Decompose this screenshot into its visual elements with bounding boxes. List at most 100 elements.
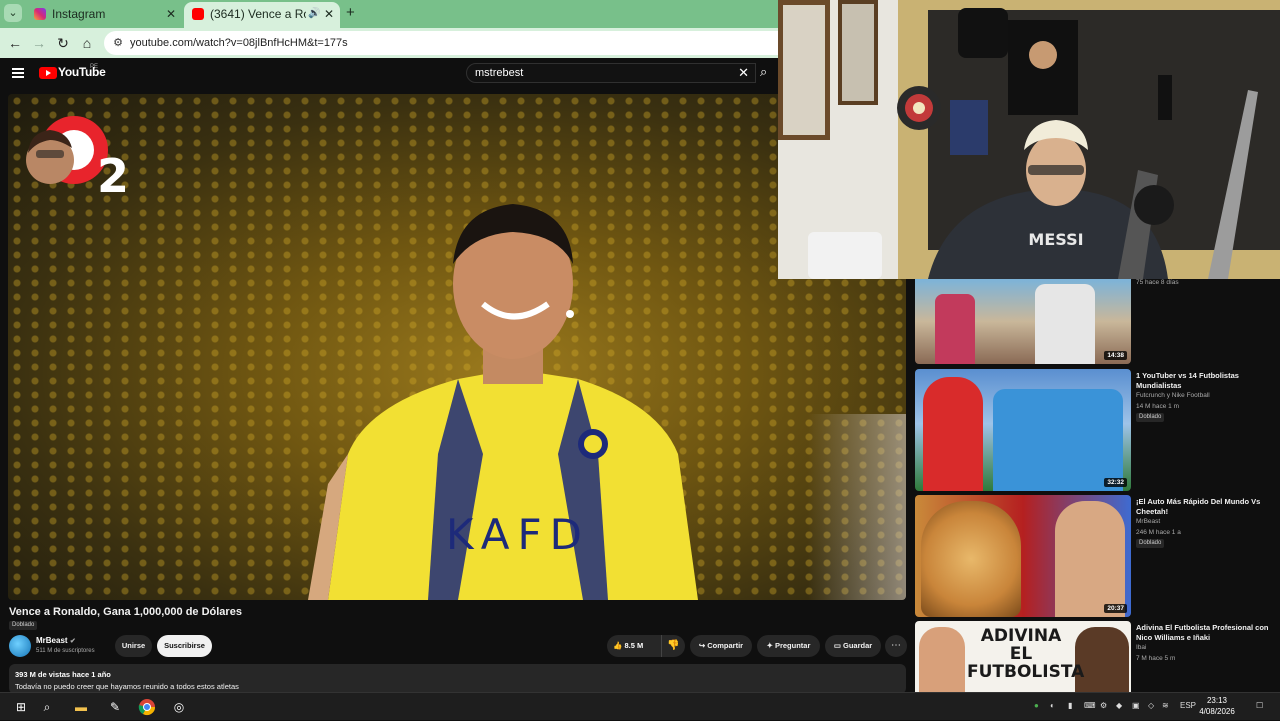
save-label: Guardar	[843, 641, 873, 650]
thumb-person	[923, 377, 983, 491]
tray-app-icon[interactable]: ●	[1034, 701, 1039, 710]
rec-channel[interactable]: MrBeast	[1136, 518, 1160, 525]
thumb-person	[1035, 284, 1095, 364]
tab-instagram[interactable]: Instagram ✕	[26, 2, 182, 28]
file-explorer-icon[interactable]: ▬	[72, 698, 90, 716]
video-player[interactable]: KAFD 2	[8, 94, 906, 600]
thumb-person	[1075, 627, 1129, 692]
tray-app-icon[interactable]: ◇	[1148, 701, 1154, 710]
description-text: Todavía no puedo creer que hayamos reuni…	[15, 682, 239, 691]
tray-app-icon[interactable]: ⌨	[1084, 701, 1096, 710]
search-icon[interactable]: ⌕	[38, 698, 56, 716]
tray-app-icon[interactable]: ▮	[1068, 701, 1072, 710]
site-info-icon[interactable]: ⚙	[110, 35, 126, 51]
clock-date[interactable]: 4/08/2026	[1198, 707, 1236, 716]
channel-watermark: 2	[26, 116, 129, 198]
background-blur	[808, 414, 906, 600]
jersey-text: KAFD	[446, 510, 590, 559]
share-button[interactable]: ↪ Compartir	[690, 635, 752, 657]
video-title: Vence a Ronaldo, Gana 1,000,000 de Dólar…	[9, 606, 242, 618]
browser-toolbar: ← → ↻ ⌂ ⚙ youtube.com/watch?v=08jlBnfHcH…	[0, 28, 780, 58]
tab-title: Instagram	[52, 7, 106, 21]
forward-arrow-icon[interactable]: →	[30, 34, 48, 52]
rec-channel[interactable]: Ibai	[1136, 644, 1146, 651]
share-label: Compartir	[707, 641, 744, 650]
more-actions-icon[interactable]: ⋯	[885, 635, 907, 657]
tray-app-icon[interactable]: ◆	[1116, 701, 1122, 710]
subscribe-button[interactable]: Suscribirse	[157, 635, 212, 657]
rec-views: 75 hace 8 días	[1136, 279, 1179, 286]
like-button[interactable]: 👍 8.5 M	[607, 635, 659, 657]
youtube-masthead: YouTube PE mstrebest ✕ ⌕	[0, 58, 780, 92]
search-input[interactable]: mstrebest ✕	[466, 63, 756, 83]
bookmark-icon: ▭	[833, 641, 841, 650]
player-figure: KAFD	[308, 204, 698, 600]
rec-channel[interactable]: Futcrunch y Nike Football	[1136, 392, 1210, 399]
tray-app-icon[interactable]: ◐	[1050, 701, 1055, 710]
tray-app-icon[interactable]: ▣	[1132, 701, 1140, 710]
youtube-logo-icon[interactable]	[39, 67, 57, 79]
shirt-text: MESSI	[1028, 230, 1083, 249]
reload-icon[interactable]: ↻	[54, 34, 72, 52]
sparkle-icon: ✦	[766, 641, 773, 650]
start-icon[interactable]: ⊞	[12, 698, 30, 716]
subscriber-count: 511 M de suscriptores	[36, 648, 95, 654]
rec-thumbnail[interactable]: 14:38	[915, 279, 1131, 364]
dislike-button[interactable]: 👎	[661, 635, 685, 657]
youtube-logo-text[interactable]: YouTube	[58, 65, 106, 79]
tray-app-icon[interactable]: ⚙	[1100, 701, 1107, 710]
webcam-overlay: MESSI	[778, 0, 1280, 279]
rec-title[interactable]: ¡El Auto Más Rápido Del Mundo Vs Cheetah…	[1136, 497, 1276, 517]
wifi-icon[interactable]: ≋	[1162, 701, 1169, 710]
verified-icon: ✔	[69, 638, 76, 645]
rec-thumbnail[interactable]: 32:32	[915, 369, 1131, 491]
home-icon[interactable]: ⌂	[78, 34, 96, 52]
youtube-favicon-icon	[192, 8, 204, 20]
join-button[interactable]: Unirse	[115, 635, 152, 657]
instagram-icon	[34, 8, 46, 20]
rec-thumbnail[interactable]: 20:37	[915, 495, 1131, 617]
language-indicator[interactable]: ESP	[1180, 701, 1196, 710]
country-code: PE	[90, 64, 99, 70]
like-count: 8.5 M	[624, 641, 644, 650]
description-meta: 393 M de vistas hace 1 año	[15, 670, 111, 679]
obs-icon[interactable]: ◎	[170, 698, 188, 716]
address-bar[interactable]: ⚙ youtube.com/watch?v=08jlBnfHcHM&t=177s	[104, 31, 780, 55]
svg-text:2: 2	[97, 149, 129, 198]
new-tab-button[interactable]: +	[346, 4, 362, 22]
search-icon[interactable]: ⌕	[760, 64, 776, 82]
video-duration: 32:32	[1104, 478, 1127, 487]
clock-time[interactable]: 23:13	[1202, 696, 1232, 705]
rec-title[interactable]: Adivina El Futbolista Profesional con Ni…	[1136, 623, 1276, 643]
rec-thumbnail[interactable]: ADIVINA EL FUTBOLISTA	[915, 621, 1131, 692]
close-tab-icon[interactable]: ✕	[166, 2, 176, 26]
back-arrow-icon[interactable]: ←	[6, 34, 24, 52]
thumbs-down-icon: 👎	[667, 640, 680, 651]
rec-title[interactable]: 1 YouTuber vs 14 Futbolistas Mundialista…	[1136, 371, 1276, 391]
tab-search-dropdown-icon[interactable]: ⌄	[4, 4, 22, 22]
tab-youtube[interactable]: (3641) Vence a Ronaldo, Ga 🔊 ✕	[184, 2, 340, 28]
menu-icon[interactable]	[12, 68, 24, 78]
notifications-icon[interactable]: ☐	[1256, 701, 1263, 710]
rec-views: 246 M hace 1 a	[1136, 529, 1181, 536]
close-tab-icon[interactable]: ✕	[324, 2, 334, 26]
clear-search-icon[interactable]: ✕	[738, 64, 749, 82]
dubbed-badge: Doblado	[1136, 413, 1165, 422]
thumbs-up-icon: 👍	[613, 641, 623, 650]
rec-views: 7 M hace 5 m	[1136, 655, 1176, 662]
channel-name[interactable]: MrBeast ✔	[36, 636, 76, 645]
taskbar: ⊞ ⌕ ▬ ✎ ◎ ● ◐ ▮ ⌨ ⚙ ◆ ▣ ◇ ≋ ESP 23:13 4/…	[0, 692, 1280, 720]
chrome-icon[interactable]	[138, 698, 156, 716]
browser-tab-strip: ⌄ Instagram ✕ (3641) Vence a Ronaldo, Ga…	[0, 0, 780, 28]
speaker-icon[interactable]: 🔊	[308, 2, 320, 26]
channel-avatar[interactable]	[9, 635, 31, 657]
ask-button[interactable]: ✦ Preguntar	[757, 635, 820, 657]
thumb-cheetah	[921, 501, 1021, 617]
video-duration: 20:37	[1104, 604, 1127, 613]
thumb-person	[1055, 501, 1125, 617]
thumb-person	[935, 294, 975, 364]
app-icon[interactable]: ✎	[106, 698, 124, 716]
save-button[interactable]: ▭ Guardar	[825, 635, 881, 657]
ask-label: Preguntar	[774, 641, 811, 650]
description-box[interactable]: 393 M de vistas hace 1 año Todavía no pu…	[9, 664, 906, 694]
